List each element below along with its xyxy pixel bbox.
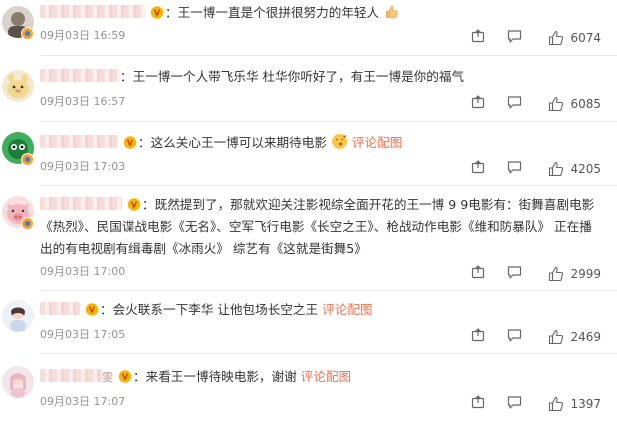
like-button[interactable]: 6085 — [548, 96, 601, 112]
comment-time: 09月03日 17:07 — [40, 395, 126, 408]
svg-text:V: V — [127, 139, 134, 148]
comment-image-link[interactable]: 评论配图 — [301, 369, 351, 384]
divider — [40, 55, 617, 56]
share-icon[interactable] — [471, 327, 485, 346]
kiss-emoji-icon — [331, 133, 348, 156]
like-count: 4205 — [570, 161, 601, 176]
comment-icon[interactable] — [507, 94, 522, 113]
like-button[interactable]: 4205 — [548, 161, 601, 177]
like-count: 2469 — [570, 329, 601, 344]
avatar[interactable] — [2, 366, 34, 398]
nickname-link[interactable] — [40, 135, 118, 148]
like-count: 6085 — [570, 96, 601, 111]
comment-icon[interactable] — [507, 327, 522, 346]
like-button[interactable]: 2999 — [548, 266, 601, 282]
comment-image-link[interactable]: 评论配图 — [352, 135, 402, 150]
like-count: 6074 — [570, 30, 601, 45]
share-icon[interactable] — [471, 159, 485, 178]
comment-time: 09月03日 16:59 — [40, 29, 126, 42]
avatar[interactable] — [2, 70, 34, 102]
share-icon[interactable] — [471, 394, 485, 413]
share-icon[interactable] — [471, 28, 485, 47]
comment-text-line: 出的有电视剧有缉毒剧《冰雨火》 综艺有《这就是街舞5》 — [40, 241, 367, 256]
comment-icon[interactable] — [507, 28, 522, 47]
nickname-tail[interactable]: 雯 — [102, 371, 113, 384]
comment-actions: 2999 — [449, 264, 601, 283]
comment-text: ：王一博一个人带飞乐华 杜华你听好了，有王一博是你的福气 — [40, 66, 597, 87]
comment-actions: 6085 — [449, 94, 601, 113]
comment-icon[interactable] — [507, 394, 522, 413]
vip-badge-icon: V — [150, 4, 164, 25]
vip-badge-icon: V — [127, 196, 141, 217]
comment-time: 09月03日 17:05 — [40, 328, 126, 341]
comment-actions: 2469 — [449, 327, 601, 346]
avatar[interactable] — [2, 300, 34, 332]
comment-text: V ：会火联系一下李华 让他包场长空之王 评论配图 — [40, 299, 597, 322]
share-icon[interactable] — [471, 264, 485, 283]
like-count: 1397 — [570, 396, 601, 411]
like-icon — [549, 329, 564, 344]
like-icon — [549, 161, 564, 176]
comment-actions: 6074 — [449, 28, 601, 47]
svg-text:V: V — [154, 9, 161, 18]
comment-text: 雯 V ：来看王一博待映电影，谢谢 评论配图 — [40, 366, 597, 389]
nickname-link[interactable] — [40, 302, 80, 315]
comment-image-link[interactable]: 评论配图 — [322, 302, 372, 317]
thumbs-up-emoji-icon — [383, 4, 399, 26]
comment-actions: 1397 — [449, 394, 601, 413]
like-icon — [549, 396, 564, 411]
like-icon — [549, 96, 564, 111]
svg-text:V: V — [131, 201, 138, 210]
svg-text:V: V — [122, 373, 129, 382]
like-button[interactable]: 2469 — [548, 329, 601, 345]
vip-badge-icon: V — [123, 134, 137, 155]
divider — [40, 121, 617, 122]
like-button[interactable]: 6074 — [548, 30, 601, 46]
divider — [40, 290, 617, 291]
comment-actions: 4205 — [449, 159, 601, 178]
svg-text:V: V — [89, 306, 96, 315]
like-icon — [549, 266, 564, 281]
like-count: 2999 — [570, 266, 601, 281]
verified-badge-icon — [21, 27, 34, 40]
like-icon — [549, 30, 564, 45]
like-button[interactable]: 1397 — [548, 396, 601, 412]
nickname-link[interactable] — [40, 5, 145, 18]
nickname-link[interactable] — [40, 197, 122, 210]
comment-icon[interactable] — [507, 159, 522, 178]
comment-text: V ：既然提到了，那就欢迎关注影视综全面开花的王一博 9 9电影有：街舞喜剧电影 — [40, 194, 597, 217]
comment-time: 09月03日 17:00 — [40, 265, 126, 278]
verified-badge-icon — [21, 153, 34, 166]
comment-time: 09月03日 17:03 — [40, 160, 126, 173]
verified-badge-icon — [21, 217, 34, 230]
comment-text-line: 《热烈》、民国谍战电影《无名》、空军飞行电影《长空之王》、枪战动作电影《维和防暴… — [40, 219, 592, 234]
divider — [40, 185, 617, 186]
comment-text: V ：这么关心王一博可以来期待电影 评论配图 — [40, 132, 597, 156]
vip-badge-icon: V — [85, 301, 99, 322]
comment-text: V ：王一博一直是个很拼很努力的年轻人 — [40, 2, 597, 26]
divider — [40, 353, 617, 354]
share-icon[interactable] — [471, 94, 485, 113]
nickname-link[interactable] — [40, 369, 102, 382]
nickname-link[interactable] — [40, 69, 120, 82]
vip-badge-icon: V — [118, 368, 132, 389]
comment-time: 09月03日 16:57 — [40, 95, 126, 108]
comment-icon[interactable] — [507, 264, 522, 283]
